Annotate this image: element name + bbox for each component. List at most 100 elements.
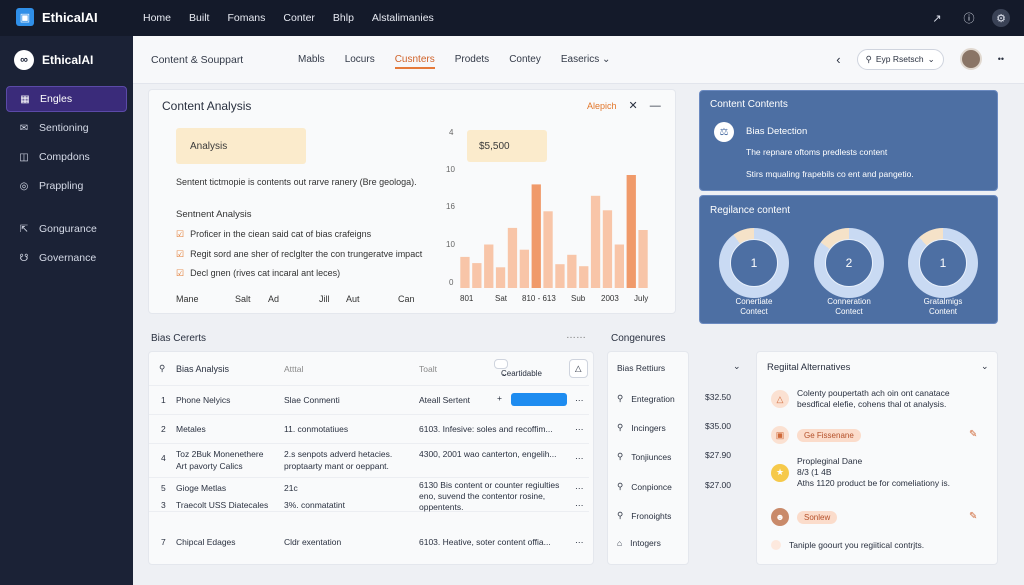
summary-text: Sentent tictmopie is contents out rarve … xyxy=(176,177,417,187)
sidebar-item-engles[interactable]: ▦ Engles xyxy=(6,86,127,112)
edit-icon[interactable]: ✎ xyxy=(969,429,977,440)
tab-item[interactable]: Prodets xyxy=(455,54,489,69)
minus-icon[interactable]: — xyxy=(650,100,661,112)
avatar[interactable] xyxy=(959,48,982,70)
card-title: Regiital Alternatives xyxy=(767,362,851,373)
row-number: 7 xyxy=(161,537,166,547)
search-icon[interactable]: ⚲ xyxy=(159,363,165,374)
page-title: Content & Souppart xyxy=(151,54,244,66)
sidebar-item-sentioning[interactable]: ✉ Sentioning xyxy=(6,115,127,141)
list-item[interactable]: ⚲ Fronoights xyxy=(617,510,671,521)
sidebar-item-governance[interactable]: ☋ Governance xyxy=(6,245,127,271)
bottom-label: Mane xyxy=(176,294,199,304)
sidebar-item-compdons[interactable]: ◫ Compdons xyxy=(6,144,127,170)
alepich-link[interactable]: Alepich xyxy=(587,101,617,111)
help-icon[interactable]: ⓘ xyxy=(960,9,978,27)
check-icon: ☑ xyxy=(176,229,185,239)
alternative-item[interactable]: Taniple goourt you regiitical contrjts. xyxy=(771,540,924,550)
close-icon[interactable]: ✕ xyxy=(629,99,638,112)
chart-bar xyxy=(484,244,494,288)
mail-icon: ✉ xyxy=(19,122,29,134)
exit-icon[interactable]: ↗ xyxy=(928,9,946,27)
table-row[interactable]: 1 Phone Nelyics Slae Conmenti Ateall Ser… xyxy=(149,386,589,415)
chart-bar xyxy=(507,227,518,288)
row-menu-icon[interactable]: ⋯ xyxy=(575,537,584,548)
more-icon[interactable]: •• xyxy=(998,54,1004,64)
plus-icon[interactable]: + xyxy=(497,393,502,403)
row-cell: proptaarty mant or oeppant. xyxy=(284,461,389,471)
row-cell: 3%. conmatatint xyxy=(284,500,345,510)
edit-icon[interactable]: ✎ xyxy=(969,511,977,522)
check-item: ☑ Proficer in the ciean said cat of bias … xyxy=(176,229,371,240)
search-pill[interactable]: ⚲ Eyp Rsetsch ⌄ xyxy=(856,48,944,70)
top-nav-item[interactable]: Fomans xyxy=(227,12,265,24)
top-nav-item[interactable]: Built xyxy=(189,12,209,24)
alternative-line: 8/3 (1 4B xyxy=(797,467,832,477)
alternative-item[interactable]: △ Colenty poupertath ach oin ont canatac… xyxy=(771,388,950,410)
pin-icon: ⚲ xyxy=(617,481,624,491)
chart-bar xyxy=(460,256,470,288)
check-icon: ☑ xyxy=(176,249,185,259)
chart-bar xyxy=(638,230,648,288)
settings-icon[interactable]: ⚙ xyxy=(992,9,1010,27)
alternative-item[interactable]: ☻ Sonlew xyxy=(771,508,838,526)
row-cell: Art pavorty Calics xyxy=(176,461,243,471)
bias-table: ⚲ Bias Analysis Atttal Toalt Ceartidable… xyxy=(148,351,594,565)
more-icon[interactable]: …… xyxy=(566,330,586,341)
pin-icon: ⚲ xyxy=(617,422,624,432)
shield-icon: ☋ xyxy=(19,252,29,264)
sidebar-item-gongurance[interactable]: ⇱ Gongurance xyxy=(6,216,127,242)
top-nav-item[interactable]: Home xyxy=(143,12,171,24)
row-menu-icon[interactable]: ⋯ xyxy=(575,453,584,464)
row-menu-icon[interactable]: ⋯ xyxy=(575,395,584,406)
chart-bar xyxy=(495,267,506,288)
column-dropdown[interactable]: Ceartidable ⌄ xyxy=(494,359,542,378)
card-title: Content Contents xyxy=(710,99,788,110)
alternative-line: besdfical elefie, cohens thal ot analysi… xyxy=(797,399,947,409)
tab-item[interactable]: Contey xyxy=(509,54,541,69)
chevron-down-icon: ⌄ xyxy=(501,369,508,378)
chevron-down-icon[interactable]: ⌄ xyxy=(733,361,741,372)
row-menu-icon[interactable]: ⋯ xyxy=(575,424,584,435)
list-item[interactable]: ⚲ Conpionce xyxy=(617,481,672,492)
table-row[interactable]: 2 Metales 11. conmotatiues 6103. Infesiv… xyxy=(149,415,589,444)
chart-bar xyxy=(472,263,482,288)
sidebar-item-label: Compdons xyxy=(39,151,90,163)
list-item[interactable]: ⚲ Incingers xyxy=(617,422,666,433)
list-item[interactable]: ⌂ Intogers xyxy=(617,538,661,548)
list-item[interactable]: ⚲ Tonjiunces xyxy=(617,451,671,462)
tab-item[interactable]: Mabls xyxy=(298,54,325,69)
sidebar-item-prappling[interactable]: ◎ Prappling xyxy=(6,173,127,199)
bell-icon[interactable]: △ xyxy=(569,359,588,378)
sidebar-brand[interactable]: ∞ EthicalAI xyxy=(14,50,93,70)
square-icon: ▣ xyxy=(771,426,789,444)
alternative-item[interactable]: ▣ Ge Fissenane xyxy=(771,426,861,444)
chart-bar xyxy=(590,195,601,288)
row-cell: 4300, 2001 wao canterton, engelih... xyxy=(419,449,557,459)
chart-bar xyxy=(626,175,636,288)
chevron-left-icon[interactable]: ‹ xyxy=(836,52,840,67)
list-item[interactable]: ⚲ Entegration xyxy=(617,393,675,404)
x-tick-label: July xyxy=(634,294,649,303)
chevron-down-icon[interactable]: ⌄ xyxy=(981,361,989,372)
star-icon: ★ xyxy=(771,463,789,482)
table-row[interactable]: 3 Traecolt USS Diatecales 3%. conmatatin… xyxy=(149,492,589,512)
top-nav-item[interactable]: Conter xyxy=(283,12,315,24)
search-pill-label: Eyp Rsetsch xyxy=(875,54,924,64)
list-item-label: Tonjiunces xyxy=(631,451,672,462)
tab-item[interactable]: Locurs xyxy=(345,54,375,69)
sidebar-brand-name: EthicalAI xyxy=(42,53,94,67)
top-nav-item[interactable]: Bhlp xyxy=(333,12,354,24)
content-analysis-card: Content Analysis Alepich ✕ — Analysis Se… xyxy=(148,89,676,314)
tab-item[interactable]: Easerics ⌄ xyxy=(561,54,611,69)
alternative-item[interactable]: ★ Propleginal Dane 8/3 (1 4B Aths 1120 p… xyxy=(771,456,950,489)
tab-item-active[interactable]: Cusnters xyxy=(394,54,435,69)
row-menu-icon[interactable]: ⋯ xyxy=(575,500,584,511)
table-row[interactable]: 7 Chipcal Edages Cldr exentation 6103. H… xyxy=(149,528,589,557)
top-nav-item[interactable]: Alstalimanies xyxy=(372,12,434,24)
sub-header: Content & Souppart Mabls Locurs Cusnters… xyxy=(133,36,1024,84)
row-cell: Traecolt USS Diatecales xyxy=(176,500,269,510)
top-logo[interactable]: ▣ EthicalAI xyxy=(16,8,98,26)
table-row[interactable]: 4 Toz 2Buk Monenethere Art pavorty Calic… xyxy=(149,444,589,478)
item-line: The repnare oftoms predlests content xyxy=(746,147,888,157)
